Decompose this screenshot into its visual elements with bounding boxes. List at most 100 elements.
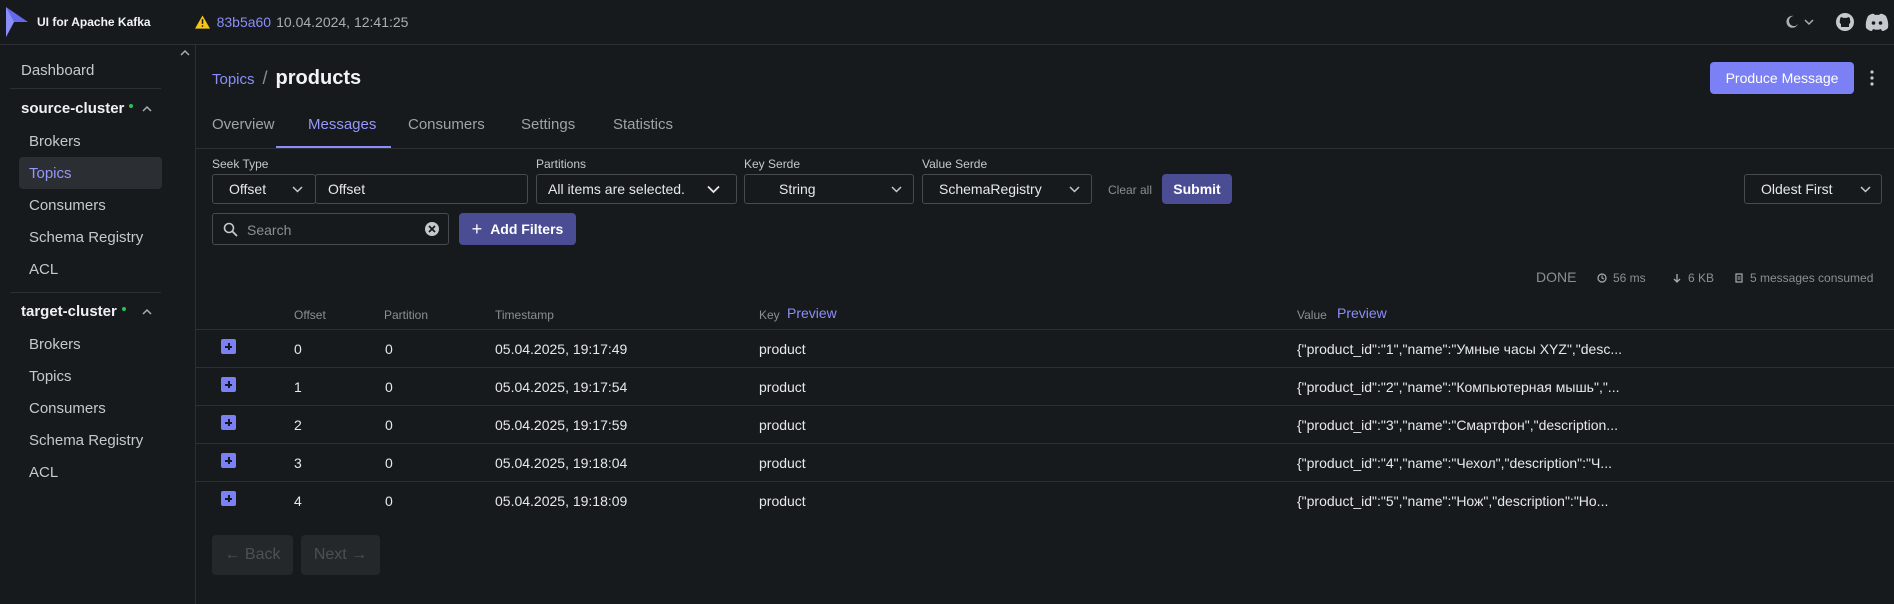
- breadcrumb-topics-link[interactable]: Topics: [212, 71, 255, 88]
- more-options-icon[interactable]: [1869, 68, 1875, 88]
- seek-type-value: Offset: [229, 181, 267, 197]
- moon-icon: [1786, 15, 1798, 28]
- app-logo[interactable]: UI for Apache Kafka: [6, 7, 151, 37]
- sidebar-cluster-target[interactable]: target-cluster: [21, 303, 126, 320]
- tab-settings[interactable]: Settings: [521, 116, 575, 133]
- partition-cell: 0: [385, 455, 393, 471]
- tab-overview[interactable]: Overview: [212, 116, 275, 133]
- value-serde-label: Value Serde: [922, 157, 988, 171]
- sidebar-item-topics[interactable]: Topics: [29, 368, 72, 385]
- table-row[interactable]: 4 0 05.04.2025, 19:18:09 product {"produ…: [196, 482, 1894, 519]
- sidebar-item-brokers[interactable]: Brokers: [29, 336, 81, 353]
- offset-input-placeholder: Offset: [328, 181, 366, 197]
- next-button[interactable]: Next →: [301, 535, 380, 575]
- column-header-offset[interactable]: Offset: [294, 308, 326, 322]
- column-header-partition[interactable]: Partition: [384, 308, 428, 322]
- table-row[interactable]: 1 0 05.04.2025, 19:17:54 product {"produ…: [196, 368, 1894, 406]
- partitions-value: All items are selected.: [548, 181, 685, 197]
- seek-type-select[interactable]: Offset: [212, 174, 316, 204]
- offset-cell: 3: [294, 455, 302, 471]
- key-preview-link[interactable]: Preview: [787, 305, 837, 321]
- offset-input[interactable]: Offset: [315, 174, 528, 204]
- topic-tabs: Overview Messages Consumers Settings Sta…: [196, 104, 1894, 149]
- column-header-timestamp[interactable]: Timestamp: [495, 308, 554, 322]
- cluster-name: source-cluster: [21, 100, 125, 117]
- chevron-down-icon: [1804, 19, 1814, 26]
- tab-consumers[interactable]: Consumers: [408, 116, 485, 133]
- expand-row-button[interactable]: [221, 453, 236, 468]
- online-status-dot: [129, 103, 134, 108]
- sort-order-select[interactable]: Oldest First: [1744, 174, 1882, 204]
- back-button[interactable]: ← Back: [212, 535, 293, 575]
- commit-link[interactable]: 83b5a60: [217, 14, 272, 30]
- timestamp-cell: 05.04.2025, 19:17:49: [495, 341, 628, 357]
- sidebar-divider: [10, 292, 161, 293]
- tab-messages[interactable]: Messages: [308, 116, 376, 133]
- active-tab-indicator: [276, 146, 391, 148]
- key-serde-value: String: [779, 181, 816, 197]
- sidebar-item-acl[interactable]: ACL: [29, 464, 58, 481]
- key-serde-select[interactable]: String: [744, 174, 914, 204]
- expand-row-button[interactable]: [221, 415, 236, 430]
- chevron-down-icon: [891, 186, 902, 193]
- chevron-up-icon[interactable]: [141, 308, 153, 316]
- github-icon[interactable]: [1835, 12, 1855, 32]
- offset-cell: 1: [294, 379, 302, 395]
- sidebar-item-topics[interactable]: Topics: [29, 165, 72, 182]
- clear-search-icon[interactable]: [424, 221, 440, 237]
- sidebar-item-schema-registry[interactable]: Schema Registry: [29, 432, 143, 449]
- value-cell: {"product_id":"3","name":"Смартфон","des…: [1297, 417, 1618, 433]
- sidebar-cluster-source[interactable]: source-cluster: [21, 100, 134, 117]
- discord-icon[interactable]: [1865, 12, 1889, 32]
- message-size: 6 KB: [1672, 271, 1714, 285]
- sidebar-item-dashboard[interactable]: Dashboard: [21, 62, 94, 79]
- value-serde-value: SchemaRegistry: [939, 181, 1042, 197]
- expand-row-button[interactable]: [221, 377, 236, 392]
- partition-cell: 0: [385, 493, 393, 509]
- size-value: 6 KB: [1688, 271, 1715, 285]
- offset-cell: 2: [294, 417, 302, 433]
- sidebar-item-brokers[interactable]: Brokers: [29, 133, 81, 150]
- sort-order-value: Oldest First: [1761, 181, 1833, 197]
- sidebar-item-consumers[interactable]: Consumers: [29, 400, 106, 417]
- value-serde-select[interactable]: SchemaRegistry: [922, 174, 1092, 204]
- expand-row-button[interactable]: [221, 339, 236, 354]
- search-input[interactable]: [245, 219, 419, 241]
- value-cell: {"product_id":"5","name":"Нож","descript…: [1297, 493, 1609, 509]
- messages-consumed: 5 messages consumed: [1734, 271, 1873, 285]
- tab-statistics[interactable]: Statistics: [613, 116, 673, 133]
- submit-button[interactable]: Submit: [1162, 174, 1232, 204]
- collapse-up-icon[interactable]: [179, 48, 191, 58]
- elapsed-time: 56 ms: [1597, 271, 1646, 285]
- add-filters-label: Add Filters: [490, 221, 564, 237]
- sidebar-item-schema-registry[interactable]: Schema Registry: [29, 229, 143, 246]
- sidebar-item-acl[interactable]: ACL: [29, 261, 58, 278]
- produce-message-button[interactable]: Produce Message: [1710, 62, 1854, 94]
- partitions-select[interactable]: All items are selected.: [536, 174, 737, 204]
- value-cell: {"product_id":"1","name":"Умные часы XYZ…: [1297, 341, 1623, 357]
- value-preview-link[interactable]: Preview: [1337, 305, 1387, 321]
- timestamp-cell: 05.04.2025, 19:18:04: [495, 455, 628, 471]
- app-title: UI for Apache Kafka: [37, 15, 151, 29]
- key-serde-label: Key Serde: [744, 157, 801, 171]
- offset-cell: 4: [294, 493, 302, 509]
- table-row[interactable]: 2 0 05.04.2025, 19:17:59 product {"produ…: [196, 406, 1894, 444]
- warning-icon: [194, 15, 210, 29]
- clear-all-link[interactable]: Clear all: [1108, 183, 1152, 197]
- add-filters-button[interactable]: + Add Filters: [459, 213, 576, 245]
- partition-cell: 0: [385, 341, 393, 357]
- theme-toggle[interactable]: [1785, 15, 1815, 29]
- breadcrumb: Topics / products: [212, 67, 361, 90]
- sidebar-item-consumers[interactable]: Consumers: [29, 197, 106, 214]
- plus-icon: +: [471, 218, 483, 239]
- chevron-up-icon[interactable]: [141, 105, 153, 113]
- partitions-label: Partitions: [536, 157, 587, 171]
- search-icon: [223, 222, 238, 237]
- timestamp-cell: 05.04.2025, 19:18:09: [495, 493, 628, 509]
- expand-row-button[interactable]: [221, 491, 236, 506]
- chevron-down-icon: [707, 185, 720, 194]
- version-info: 83b5a60 10.04.2024, 12:41:25: [194, 14, 408, 30]
- table-row[interactable]: 3 0 05.04.2025, 19:18:04 product {"produ…: [196, 444, 1894, 482]
- table-row[interactable]: 0 0 05.04.2025, 19:17:49 product {"produ…: [196, 330, 1894, 368]
- partition-cell: 0: [385, 379, 393, 395]
